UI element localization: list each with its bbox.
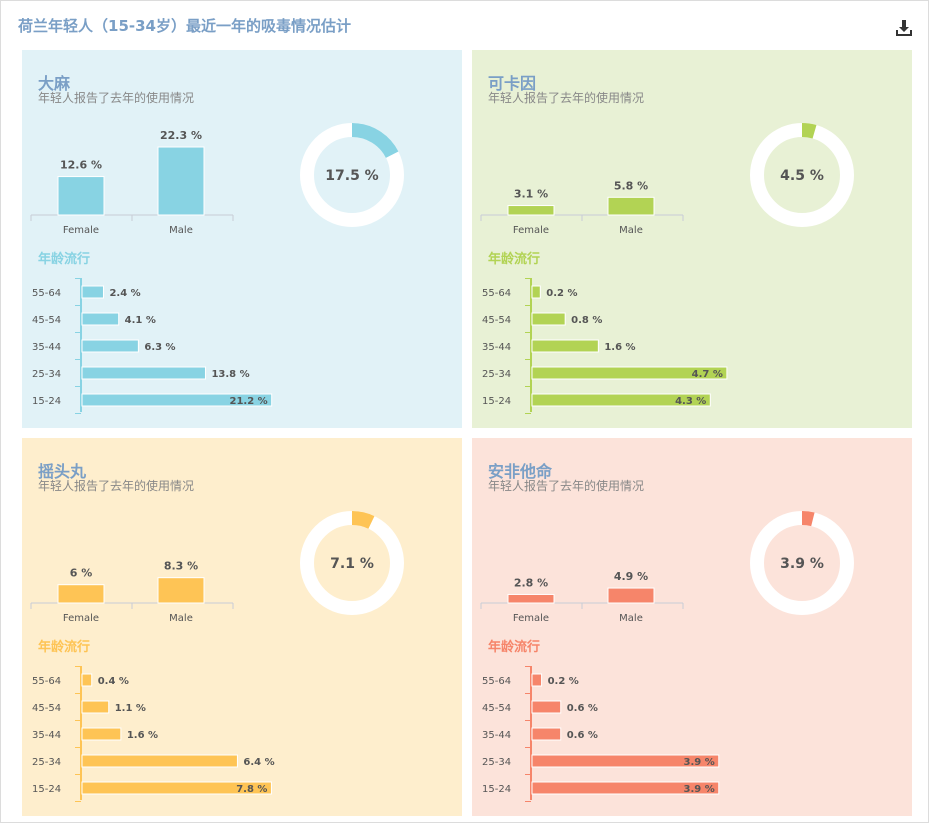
gender-category-label: Female [63,613,99,624]
age-value-label: 0.2 % [546,288,577,299]
age-category-label: 15-24 [482,784,511,795]
age-bar [81,366,206,380]
age-category-label: 35-44 [32,730,61,741]
age-value-label: 3.9 % [684,784,715,795]
download-icon[interactable] [895,19,913,37]
page-title: 荷兰年轻人（15-34岁）最近一年的吸毒情况估计 [18,17,351,35]
gender-category-label: Female [513,225,549,236]
age-value-label: 0.8 % [571,315,602,326]
panel-ecstasy: 摇头丸 年轻人报告了去年的使用情况 年龄流行 6 % Female 8.3 % Mal… [22,438,462,816]
age-value-label: 21.2 % [229,396,267,407]
age-category-label: 45-54 [32,703,61,714]
gender-category-label: Male [169,613,193,624]
age-category-label: 45-54 [482,315,511,326]
age-value-label: 4.3 % [675,396,706,407]
age-value-label: 6.4 % [243,757,274,768]
panel-charts-svg: 12.6 % Female 22.3 % Male 17.5 % 55-64 2.4 % 45… [30,123,404,414]
gender-bar [57,176,105,216]
age-value-label: 1.1 % [115,703,146,714]
age-bar [531,727,562,741]
age-category-label: 35-44 [482,730,511,741]
age-bar [531,673,543,687]
age-value-label: 0.4 % [98,676,129,687]
gender-bar [57,584,105,604]
donut-center-label: 3.9 % [780,556,824,572]
gender-value-label: 3.1 % [514,188,548,201]
age-category-label: 25-34 [32,757,61,768]
age-category-label: 55-64 [32,676,61,687]
panel-charts-svg: 6 % Female 8.3 % Male 7.1 % 55-64 0.4 % 45-54 1.… [30,511,404,802]
panel-cocaine: 可卡因 年轻人报告了去年的使用情况 年龄流行 3.1 % Female 5.8 % M… [472,50,912,428]
donut-center-label: 7.1 % [330,556,374,572]
age-value-label: 3.9 % [684,757,715,768]
age-bar [531,339,599,353]
age-bar [531,700,562,714]
age-category-label: 55-64 [482,676,511,687]
age-value-label: 4.7 % [692,369,723,380]
age-value-label: 0.2 % [548,676,579,687]
gender-value-label: 5.8 % [614,179,648,192]
age-bar [531,285,541,299]
age-category-label: 25-34 [482,369,511,380]
gender-category-label: Male [619,225,643,236]
gender-bar [607,196,655,216]
age-category-label: 55-64 [32,288,61,299]
panel-amphetamine: 安非他命 年轻人报告了去年的使用情况 年龄流行 2.8 % Female 4.9 %… [472,438,912,816]
age-bar [81,339,139,353]
panel-charts-svg: 2.8 % Female 4.9 % Male 3.9 % 55-64 0.2 % 45-54… [480,511,854,802]
panel-cannabis: 大麻 年轻人报告了去年的使用情况 年龄流行 12.6 % Female 22.3 %… [22,50,462,428]
gender-bar [507,205,555,216]
age-category-label: 15-24 [32,784,61,795]
age-bar [81,673,93,687]
age-category-label: 25-34 [482,757,511,768]
age-value-label: 13.8 % [211,369,249,380]
age-bar [81,754,238,768]
age-category-label: 25-34 [32,369,61,380]
age-bar [81,700,110,714]
age-category-label: 55-64 [482,288,511,299]
age-category-label: 15-24 [482,396,511,407]
age-bar [531,312,566,326]
gender-value-label: 6 % [70,567,93,580]
age-category-label: 45-54 [32,315,61,326]
age-value-label: 1.6 % [604,342,635,353]
age-value-label: 0.6 % [567,730,598,741]
gender-category-label: Female [63,225,99,236]
age-value-label: 0.6 % [567,703,598,714]
gender-value-label: 12.6 % [60,159,102,172]
age-category-label: 45-54 [482,703,511,714]
gender-bar [157,577,205,604]
gender-value-label: 2.8 % [514,576,548,589]
gender-value-label: 22.3 % [160,129,202,142]
gender-value-label: 4.9 % [614,570,648,583]
age-category-label: 35-44 [32,342,61,353]
gender-bar [507,593,555,604]
age-value-label: 2.4 % [109,288,140,299]
donut-center-label: 4.5 % [780,168,824,184]
age-value-label: 7.8 % [236,784,267,795]
age-value-label: 6.3 % [144,342,175,353]
panel-charts-svg: 3.1 % Female 5.8 % Male 4.5 % 55-64 0.2 % 45-54… [480,123,854,414]
gender-bar [607,587,655,604]
gender-category-label: Male [169,225,193,236]
gender-bar [157,146,205,216]
gender-category-label: Male [619,613,643,624]
age-category-label: 15-24 [32,396,61,407]
age-value-label: 1.6 % [127,730,158,741]
age-bar [81,285,104,299]
gender-category-label: Female [513,613,549,624]
donut-center-label: 17.5 % [325,168,378,184]
age-bar [81,727,122,741]
age-category-label: 35-44 [482,342,511,353]
age-bar [81,312,120,326]
gender-value-label: 8.3 % [164,560,198,573]
age-value-label: 4.1 % [125,315,156,326]
